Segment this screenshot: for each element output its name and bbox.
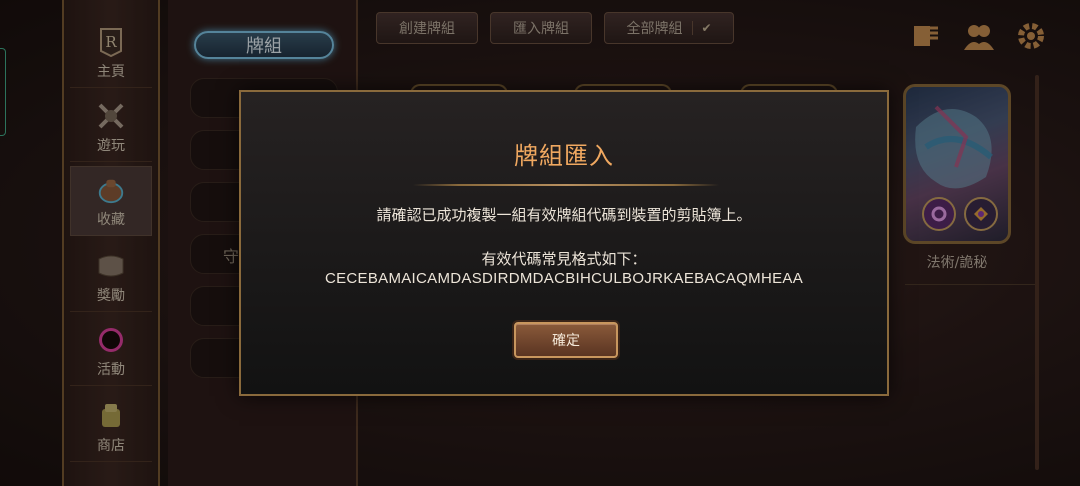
import-deck-dialog: 牌組匯入 請確認已成功複製一組有效牌組代碼到裝置的剪貼簿上。 有效代碼常見格式如…: [239, 90, 889, 396]
dialog-message: 請確認已成功複製一組有效牌組代碼到裝置的剪貼簿上。: [376, 206, 752, 224]
example-deck-code: CECEBAMAICAMDASDIRDMDACBIHCULBOJRKAEBACA…: [324, 270, 804, 287]
dialog-title: 牌組匯入: [514, 142, 614, 170]
dialog-divider: [413, 184, 719, 186]
format-label: 有效代碼常見格式如下：: [481, 250, 647, 268]
confirm-button[interactable]: 確定: [514, 322, 618, 358]
